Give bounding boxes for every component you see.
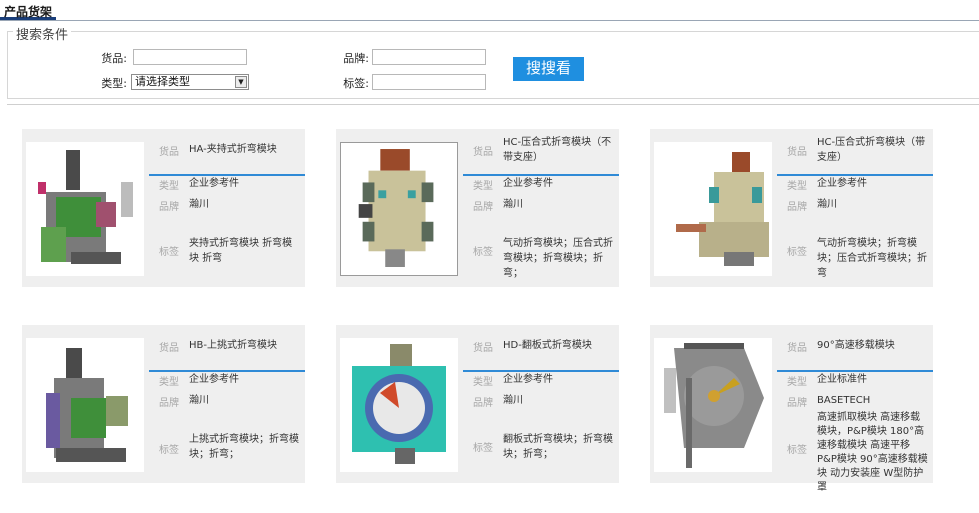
type-select-value: 请选择类型 xyxy=(135,75,190,88)
product-brand: 瀚川 xyxy=(189,395,209,406)
product-name[interactable]: HC-压合式折弯模块（不带支座） xyxy=(503,135,615,165)
product-image[interactable] xyxy=(654,338,772,472)
product-tags: 上挑式折弯模块；折弯模块；折弯； xyxy=(189,434,299,460)
brand-key: 品牌 xyxy=(159,202,179,213)
product-type: 企业参考件 xyxy=(503,374,553,385)
type-key: 类型 xyxy=(159,377,179,388)
tags-key: 标签 xyxy=(159,445,179,456)
product-card[interactable]: 货品 HC-压合式折弯模块（不带支座） 类型 企业参考件 品牌 瀚川 标签 气动… xyxy=(336,129,619,287)
tags-key: 标签 xyxy=(787,445,807,456)
product-tags: 夹持式折弯模块 折弯模块 折弯 xyxy=(189,238,293,264)
product-name[interactable]: HA-夹持式折弯模块 xyxy=(189,142,301,157)
product-brand: 瀚川 xyxy=(503,199,523,210)
product-name[interactable]: HD-翻板式折弯模块 xyxy=(503,338,615,353)
product-key: 货品 xyxy=(473,147,493,158)
product-brand: 瀚川 xyxy=(503,395,523,406)
brand-key: 品牌 xyxy=(159,398,179,409)
product-type: 企业参考件 xyxy=(189,178,239,189)
brand-key: 品牌 xyxy=(787,398,807,409)
tags-key: 标签 xyxy=(473,443,493,454)
product-key: 货品 xyxy=(787,147,807,158)
tab-product-shelf[interactable]: 产品货架 xyxy=(0,0,57,20)
type-key: 类型 xyxy=(473,377,493,388)
product-image[interactable] xyxy=(26,338,144,472)
type-select[interactable]: 请选择类型 ▼ xyxy=(131,74,249,90)
tag-label: 标签: xyxy=(343,77,369,90)
product-type: 企业参考件 xyxy=(189,374,239,385)
product-brand: 瀚川 xyxy=(189,199,209,210)
product-card[interactable]: 货品 HA-夹持式折弯模块 类型 企业参考件 品牌 瀚川 标签 夹持式折弯模块 … xyxy=(22,129,305,287)
product-type: 企业参考件 xyxy=(817,178,867,189)
product-name[interactable]: 90°高速移载模块 xyxy=(817,338,929,353)
product-key: 货品 xyxy=(787,343,807,354)
product-name[interactable]: HC-压合式折弯模块（带支座） xyxy=(817,135,929,165)
header-divider xyxy=(0,20,979,21)
product-key: 货品 xyxy=(159,343,179,354)
brand-key: 品牌 xyxy=(473,398,493,409)
product-key: 货品 xyxy=(473,343,493,354)
product-type: 企业标准件 xyxy=(817,374,867,385)
product-card[interactable]: 货品 90°高速移载模块 类型 企业标准件 品牌 BASETECH 标签 高速抓… xyxy=(650,325,933,493)
product-name[interactable]: HB-上挑式折弯模块 xyxy=(189,338,301,353)
type-key: 类型 xyxy=(787,377,807,388)
product-image[interactable] xyxy=(654,142,772,276)
tags-key: 标签 xyxy=(787,247,807,258)
tags-key: 标签 xyxy=(473,247,493,258)
product-label: 货品: xyxy=(101,52,127,65)
tags-key: 标签 xyxy=(159,247,179,258)
product-card[interactable]: 货品 HB-上挑式折弯模块 类型 企业参考件 品牌 瀚川 标签 上挑式折弯模块；… xyxy=(22,325,305,483)
brand-key: 品牌 xyxy=(473,202,493,213)
product-type: 企业参考件 xyxy=(503,178,553,189)
product-image[interactable] xyxy=(340,338,458,472)
product-tags: 气动折弯模块；折弯模块；压合式折弯模块；折弯 xyxy=(817,238,927,279)
product-card[interactable]: 货品 HD-翻板式折弯模块 类型 企业参考件 品牌 瀚川 标签 翻板式折弯模块；… xyxy=(336,325,619,483)
type-key: 类型 xyxy=(473,181,493,192)
product-input[interactable] xyxy=(133,49,247,65)
product-brand: BASETECH xyxy=(817,395,871,406)
type-label: 类型: xyxy=(101,77,127,90)
chevron-down-icon[interactable]: ▼ xyxy=(235,76,247,88)
tag-input[interactable] xyxy=(372,74,486,90)
product-tags: 高速抓取模块 高速移载模块，P&P模块 180°高速移载模块 高速平移P&P模块… xyxy=(817,412,928,493)
content-divider xyxy=(7,104,979,105)
brand-input[interactable] xyxy=(372,49,486,65)
product-key: 货品 xyxy=(159,147,179,158)
brand-key: 品牌 xyxy=(787,202,807,213)
product-image[interactable] xyxy=(26,142,144,276)
product-tags: 翻板式折弯模块；折弯模块；折弯； xyxy=(503,434,613,460)
product-image[interactable] xyxy=(340,142,458,276)
brand-label: 品牌: xyxy=(343,52,369,65)
product-tags: 气动折弯模块；压合式折弯模块；折弯模块；折弯； xyxy=(503,238,613,279)
search-legend: 搜索条件 xyxy=(13,24,72,43)
type-key: 类型 xyxy=(159,181,179,192)
search-button[interactable]: 搜搜看 xyxy=(513,57,584,81)
type-key: 类型 xyxy=(787,181,807,192)
product-card[interactable]: 货品 HC-压合式折弯模块（带支座） 类型 企业参考件 品牌 瀚川 标签 气动折… xyxy=(650,129,933,287)
product-brand: 瀚川 xyxy=(817,199,837,210)
